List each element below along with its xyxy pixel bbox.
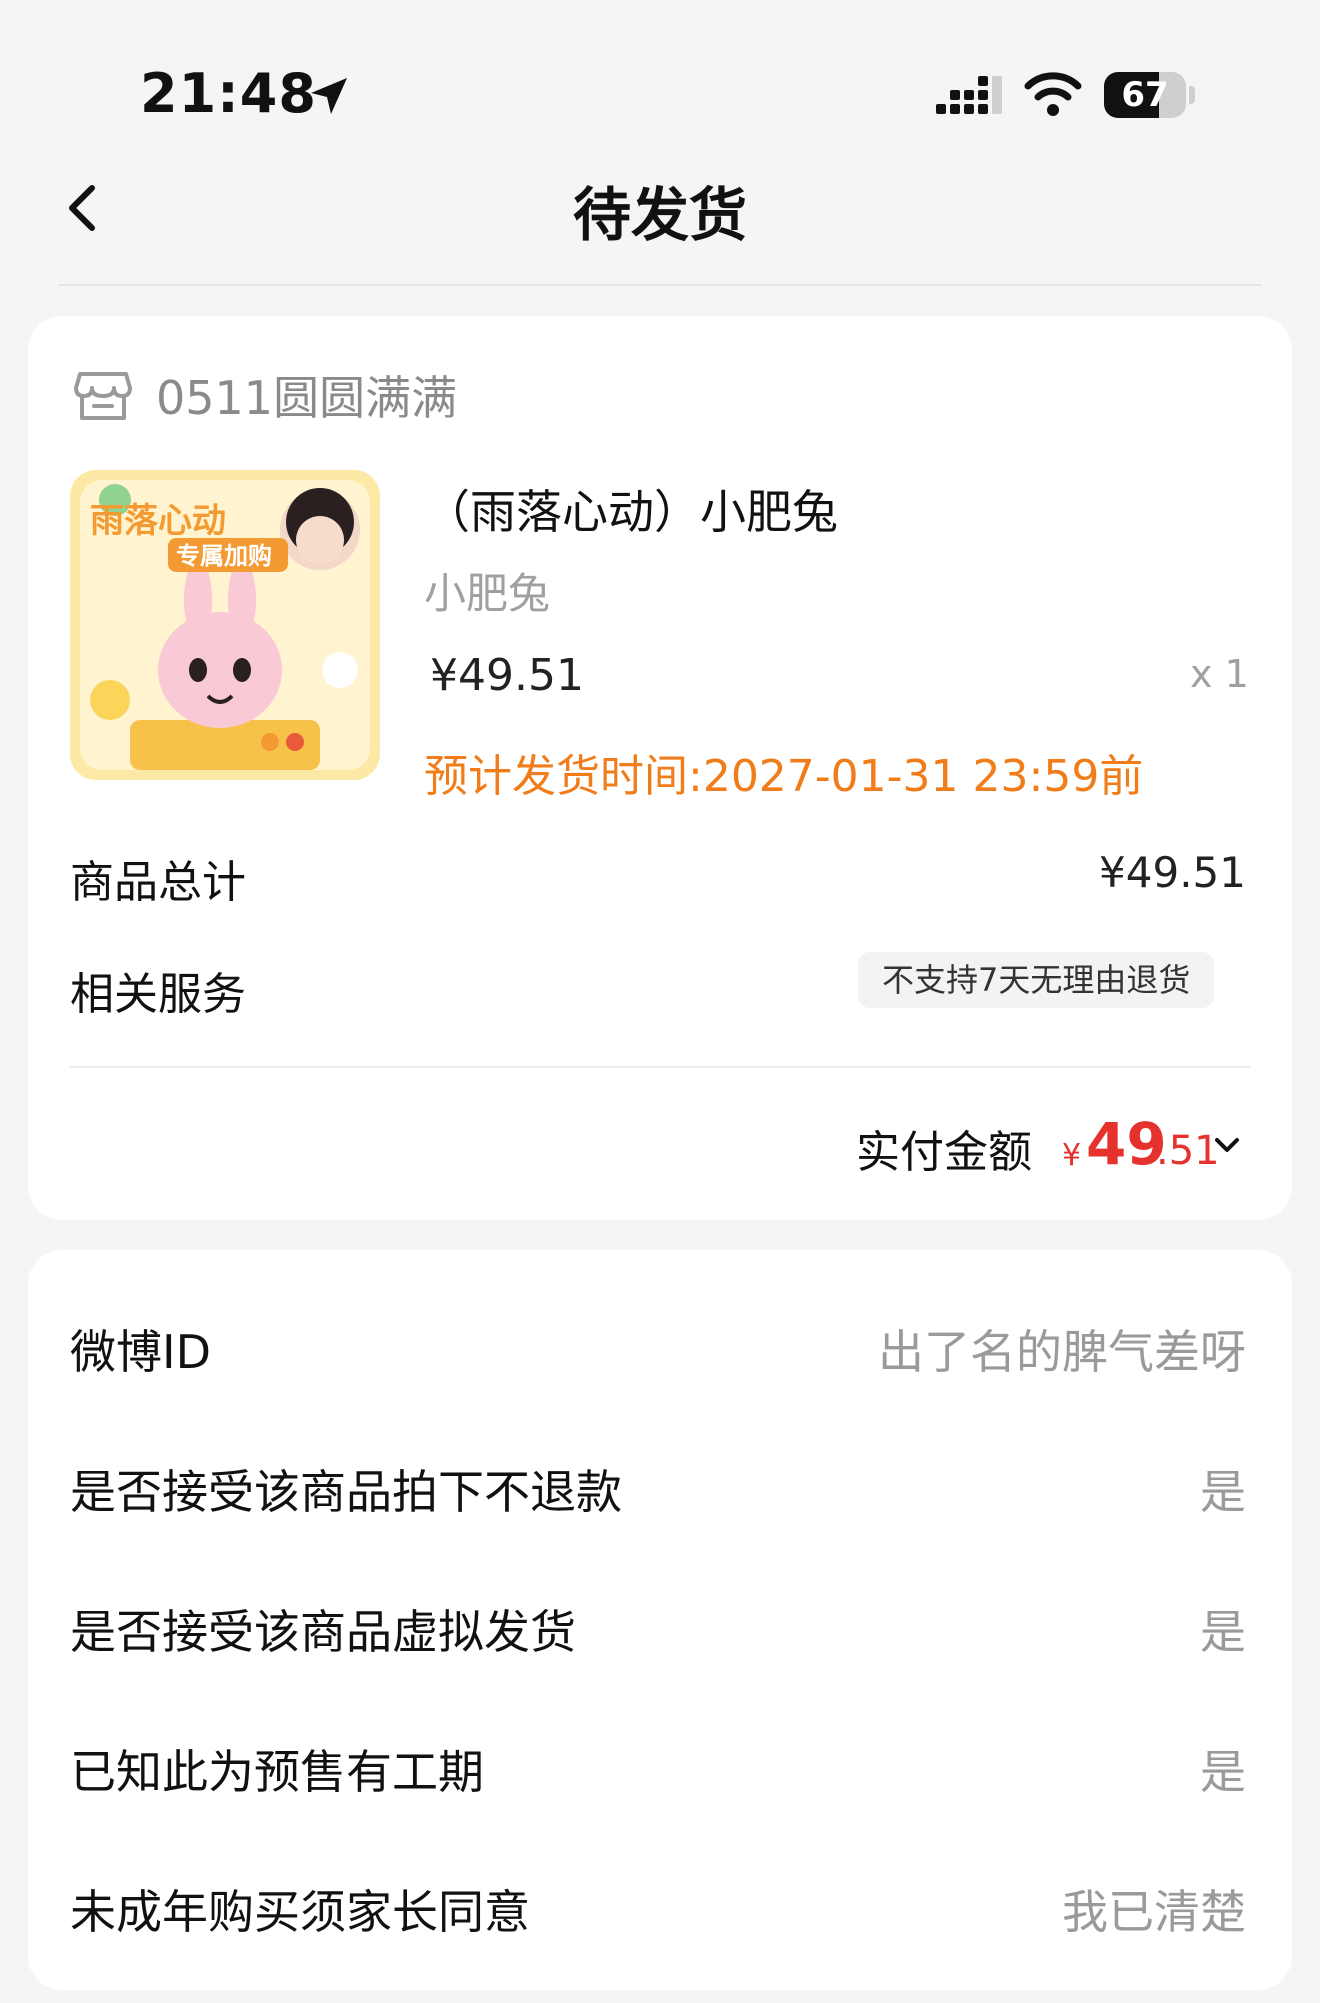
paid-amount-integer: 49 xyxy=(1086,1110,1167,1178)
info-row-value: 我已清楚 xyxy=(1062,1885,1246,1939)
paid-amount-decimal: .51 xyxy=(1156,1128,1220,1174)
product-title[interactable]: （雨落心动）小肥兔 xyxy=(424,476,838,542)
paid-amount-label: 实付金额 xyxy=(856,1127,1032,1178)
battery-icon: 67 xyxy=(1104,72,1186,118)
product-spec: 小肥兔 xyxy=(424,569,551,618)
total-value: ¥49.51 xyxy=(1099,848,1246,897)
info-row-value: 是 xyxy=(1200,1465,1246,1519)
battery-cap xyxy=(1189,86,1195,104)
info-row-label: 是否接受该商品拍下不退款 xyxy=(70,1465,622,1519)
paid-currency: ¥ xyxy=(1062,1138,1082,1173)
info-row-label: 未成年购买须家长同意 xyxy=(70,1885,530,1939)
page-title: 待发货 xyxy=(572,181,747,249)
info-row-label: 微博ID xyxy=(70,1325,211,1379)
battery-indicator: 67 xyxy=(1104,72,1196,118)
status-time: 21:48 xyxy=(140,62,317,125)
chevron-down-icon[interactable] xyxy=(1212,1134,1242,1158)
total-label: 商品总计 xyxy=(70,857,246,908)
store-icon xyxy=(74,372,132,420)
cellular-signal-icon xyxy=(936,76,1002,114)
order-divider xyxy=(70,1066,1250,1068)
battery-percent: 67 xyxy=(1121,75,1169,115)
product-price: ¥49.51 xyxy=(430,650,584,701)
product-quantity: x 1 xyxy=(1190,652,1249,696)
info-row-value: 出了名的脾气差呀 xyxy=(878,1325,1246,1379)
service-tag: 不支持7天无理由退货 xyxy=(858,952,1215,1008)
nav-divider xyxy=(58,284,1262,286)
info-row-value: 是 xyxy=(1200,1745,1246,1799)
store-name[interactable]: 0511圆圆满满 xyxy=(156,362,457,428)
thumbnail-badge-text: 专属加购 xyxy=(176,542,272,570)
product-thumbnail[interactable]: 雨落心动 专属加购 xyxy=(70,470,380,780)
info-row-label: 已知此为预售有工期 xyxy=(70,1745,484,1799)
wifi-icon xyxy=(1024,72,1082,116)
location-arrow-icon xyxy=(311,78,347,114)
service-label: 相关服务 xyxy=(70,969,246,1020)
info-row-value: 是 xyxy=(1200,1605,1246,1659)
estimated-ship-time: 预计发货时间:2027-01-31 23:59前 xyxy=(424,751,1144,802)
info-row-label: 是否接受该商品虚拟发货 xyxy=(70,1605,576,1659)
thumbnail-title-text: 雨落心动 xyxy=(90,501,226,541)
